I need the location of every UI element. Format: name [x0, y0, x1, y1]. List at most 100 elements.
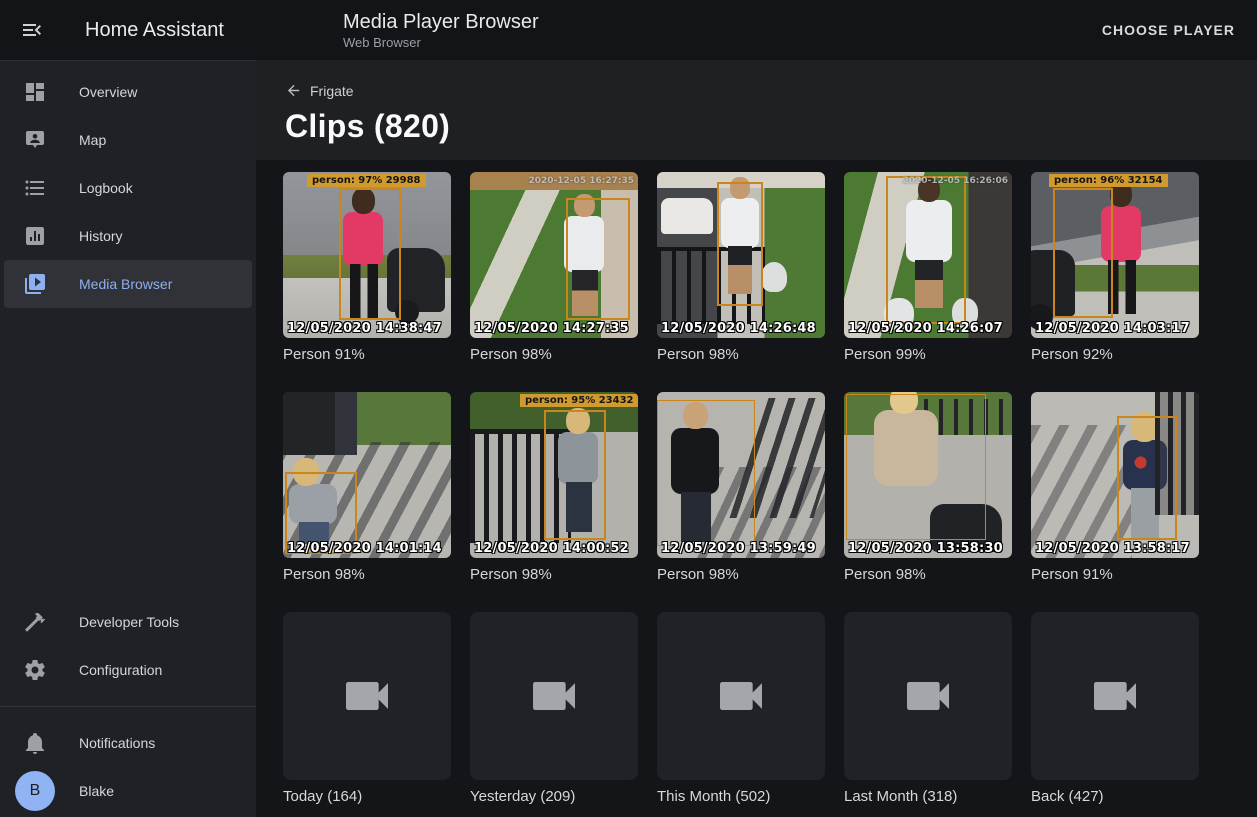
breadcrumb-back-link[interactable]: Frigate: [285, 82, 354, 99]
clip-thumbnail: 12/05/2020 13:58:17: [1031, 392, 1199, 558]
clip-label: Person 98%: [470, 566, 638, 586]
clip-card[interactable]: 12/05/2020 13:59:49 Person 98%: [657, 392, 825, 586]
sidebar-item-map[interactable]: Map: [4, 116, 252, 164]
folder-label: Yesterday (209): [470, 788, 638, 808]
folder-label: Today (164): [283, 788, 451, 808]
clip-label: Person 98%: [657, 346, 825, 366]
chart-box-icon: [23, 224, 47, 248]
panel-title-block: Media Player Browser Web Browser: [343, 10, 539, 51]
app-header-left: Home Assistant: [0, 18, 256, 42]
clip-label: Person 98%: [283, 566, 451, 586]
clip-thumbnail: 12/05/2020 13:58:30: [844, 392, 1012, 558]
app-header: Home Assistant Media Player Browser Web …: [0, 0, 1257, 60]
folder-tile: [470, 612, 638, 780]
sidebar-item-developer-tools[interactable]: Developer Tools: [4, 598, 252, 646]
clip-thumbnail: 2020-12-05 16:26:06 12/05/2020 14:26:07: [844, 172, 1012, 338]
folder-tile: [283, 612, 451, 780]
app-title: Home Assistant: [85, 19, 224, 42]
clip-timestamp-overlay: 12/05/2020 14:26:48: [661, 321, 816, 336]
content-header: Frigate Clips (820): [256, 60, 1257, 160]
breadcrumb-label: Frigate: [310, 83, 354, 99]
folder-card-yesterday-209-[interactable]: Yesterday (209): [470, 612, 638, 808]
clip-timestamp-overlay: 12/05/2020 13:58:17: [1035, 541, 1190, 556]
sidebar-item-history[interactable]: History: [4, 212, 252, 260]
sidebar-item-user[interactable]: B Blake: [4, 767, 252, 815]
video-icon: [713, 668, 769, 724]
video-icon: [900, 668, 956, 724]
clip-label: Person 99%: [844, 346, 1012, 366]
clip-timestamp-overlay: 12/05/2020 13:59:49: [661, 541, 816, 556]
detection-bounding-box: [1117, 416, 1177, 540]
clip-label: Person 98%: [470, 346, 638, 366]
detection-bounding-box: [339, 188, 401, 320]
sidebar-nav-bottom: Developer Tools Configuration: [0, 591, 256, 694]
user-name: Blake: [79, 783, 114, 799]
scene-prop: [283, 392, 357, 455]
list-icon: [23, 176, 47, 200]
detection-bounding-box: [657, 400, 755, 546]
clip-card[interactable]: 12/05/2020 14:01:14 Person 98%: [283, 392, 451, 586]
clip-thumbnail: person: 97% 29988 12/05/2020 14:38:47: [283, 172, 451, 338]
folder-card-this-month-502-[interactable]: This Month (502): [657, 612, 825, 808]
clip-thumbnail: 2020-12-05 16:27:35 12/05/2020 14:27:35: [470, 172, 638, 338]
clip-timestamp-overlay: 12/05/2020 14:26:07: [848, 321, 1003, 336]
content-area: Frigate Clips (820) person: 97% 29988 12…: [256, 60, 1257, 817]
clip-card[interactable]: 2020-12-05 16:26:06 12/05/2020 14:26:07 …: [844, 172, 1012, 366]
sidebar-divider: [0, 706, 256, 707]
detection-label-chip: person: 96% 32154: [1049, 174, 1168, 187]
folder-card-last-month-318-[interactable]: Last Month (318): [844, 612, 1012, 808]
clip-timestamp-overlay: 12/05/2020 14:00:52: [474, 541, 629, 556]
camera-osd-timestamp: 2020-12-05 16:26:06: [903, 176, 1008, 186]
choose-player-button[interactable]: CHOOSE PLAYER: [1094, 14, 1243, 46]
scene-prop: [661, 198, 713, 234]
detection-bounding-box: [566, 198, 630, 320]
media-grid-container: person: 97% 29988 12/05/2020 14:38:47 Pe…: [256, 160, 1257, 817]
video-icon: [339, 668, 395, 724]
clip-card[interactable]: person: 96% 32154 12/05/2020 14:03:17 Pe…: [1031, 172, 1199, 366]
clip-label: Person 98%: [844, 566, 1012, 586]
clip-timestamp-overlay: 12/05/2020 14:38:47: [287, 321, 442, 336]
clip-timestamp-overlay: 12/05/2020 14:01:14: [287, 541, 442, 556]
app-window: Home Assistant Media Player Browser Web …: [0, 0, 1257, 817]
cog-icon: [23, 658, 47, 682]
clip-timestamp-overlay: 12/05/2020 13:58:30: [848, 541, 1003, 556]
clip-card[interactable]: 12/05/2020 13:58:17 Person 91%: [1031, 392, 1199, 586]
sidebar-item-media-browser[interactable]: Media Browser: [4, 260, 252, 308]
clip-label: Person 92%: [1031, 346, 1199, 366]
detection-bounding-box: [544, 410, 606, 540]
detection-bounding-box: [886, 176, 966, 324]
detection-bounding-box: [1053, 188, 1113, 318]
clip-card[interactable]: person: 97% 29988 12/05/2020 14:38:47 Pe…: [283, 172, 451, 366]
panel-subtitle: Web Browser: [343, 35, 539, 51]
clip-card[interactable]: 12/05/2020 13:58:30 Person 98%: [844, 392, 1012, 586]
clip-timestamp-overlay: 12/05/2020 14:03:17: [1035, 321, 1190, 336]
sidebar-item-overview[interactable]: Overview: [4, 68, 252, 116]
clip-card[interactable]: person: 95% 23432 12/05/2020 14:00:52 Pe…: [470, 392, 638, 586]
sidebar-footer: Notifications B Blake: [0, 719, 256, 817]
menu-open-icon: [20, 18, 44, 42]
camera-osd-timestamp: 2020-12-05 16:27:35: [529, 176, 634, 186]
folder-card-back-427-[interactable]: Back (427): [1031, 612, 1199, 808]
folder-card-today-164-[interactable]: Today (164): [283, 612, 451, 808]
clip-card[interactable]: 12/05/2020 14:26:48 Person 98%: [657, 172, 825, 366]
clip-thumbnail: person: 96% 32154 12/05/2020 14:03:17: [1031, 172, 1199, 338]
folder-tile: [1031, 612, 1199, 780]
page-title: Clips (820): [285, 108, 1257, 145]
sidebar-item-configuration[interactable]: Configuration: [4, 646, 252, 694]
folder-label: Last Month (318): [844, 788, 1012, 808]
detection-bounding-box: [717, 182, 763, 306]
hammer-icon: [23, 610, 47, 634]
user-avatar: B: [15, 771, 55, 811]
clip-thumbnail: 12/05/2020 14:26:48: [657, 172, 825, 338]
panel-title: Media Player Browser: [343, 10, 539, 34]
clip-thumbnail: 12/05/2020 14:01:14: [283, 392, 451, 558]
clip-label: Person 98%: [657, 566, 825, 586]
sidebar-item-logbook[interactable]: Logbook: [4, 164, 252, 212]
clip-card[interactable]: 2020-12-05 16:27:35 12/05/2020 14:27:35 …: [470, 172, 638, 366]
sidebar-item-notifications[interactable]: Notifications: [4, 719, 252, 767]
menu-toggle-button[interactable]: [20, 18, 44, 42]
folder-tile: [844, 612, 1012, 780]
detection-bounding-box: [846, 394, 986, 540]
clip-timestamp-overlay: 12/05/2020 14:27:35: [474, 321, 629, 336]
clip-label: Person 91%: [1031, 566, 1199, 586]
